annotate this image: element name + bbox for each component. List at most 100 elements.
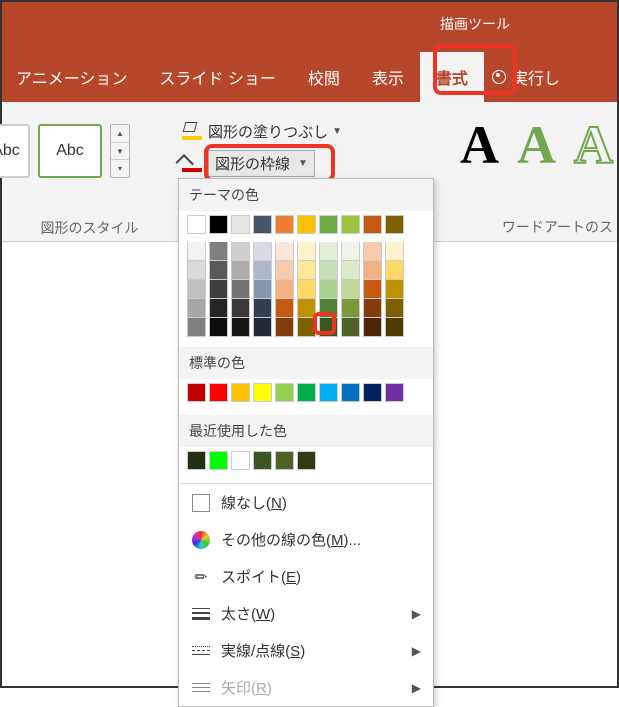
tab-review[interactable]: 校閲	[292, 52, 356, 102]
color-swatch[interactable]	[341, 215, 360, 234]
color-swatch[interactable]	[253, 318, 272, 337]
dashes-item[interactable]: 実線/点線(S) ▶	[179, 632, 433, 669]
no-line-icon	[191, 493, 211, 513]
color-swatch[interactable]	[385, 280, 404, 299]
color-swatch[interactable]	[297, 299, 316, 318]
color-swatch[interactable]	[187, 242, 206, 261]
color-swatch[interactable]	[319, 318, 338, 337]
color-swatch[interactable]	[341, 280, 360, 299]
color-swatch[interactable]	[253, 215, 272, 234]
color-swatch[interactable]	[275, 261, 294, 280]
shape-outline-menu[interactable]: 図形の枠線 ▼	[182, 148, 315, 178]
color-swatch[interactable]	[363, 383, 382, 402]
color-swatch[interactable]	[253, 261, 272, 280]
color-swatch[interactable]	[319, 383, 338, 402]
color-swatch[interactable]	[253, 383, 272, 402]
color-swatch[interactable]	[275, 215, 294, 234]
color-swatch[interactable]	[275, 318, 294, 337]
more-outline-colors-item[interactable]: その他の線の色(M)...	[179, 521, 433, 558]
color-swatch[interactable]	[231, 280, 250, 299]
color-swatch[interactable]	[209, 261, 228, 280]
color-swatch[interactable]	[187, 451, 206, 470]
weight-icon	[191, 604, 211, 624]
color-swatch[interactable]	[297, 215, 316, 234]
color-swatch[interactable]	[187, 280, 206, 299]
wordart-thumb[interactable]: A	[517, 118, 556, 172]
color-swatch[interactable]	[253, 299, 272, 318]
color-swatch[interactable]	[275, 280, 294, 299]
color-swatch[interactable]	[319, 215, 338, 234]
contextual-tab-label: 描画ツール	[422, 6, 528, 42]
color-swatch[interactable]	[275, 299, 294, 318]
color-swatch[interactable]	[385, 261, 404, 280]
color-swatch[interactable]	[363, 215, 382, 234]
bulb-icon	[492, 70, 506, 84]
color-swatch[interactable]	[187, 318, 206, 337]
color-swatch[interactable]	[231, 451, 250, 470]
color-swatch[interactable]	[341, 383, 360, 402]
color-swatch[interactable]	[363, 242, 382, 261]
color-swatch[interactable]	[209, 215, 228, 234]
color-swatch[interactable]	[385, 242, 404, 261]
color-swatch[interactable]	[363, 280, 382, 299]
color-swatch[interactable]	[231, 242, 250, 261]
color-swatch[interactable]	[209, 318, 228, 337]
tab-slideshow[interactable]: スライド ショー	[143, 52, 291, 102]
color-swatch[interactable]	[209, 280, 228, 299]
color-swatch[interactable]	[385, 318, 404, 337]
color-swatch[interactable]	[341, 261, 360, 280]
color-swatch[interactable]	[209, 242, 228, 261]
color-swatch[interactable]	[297, 261, 316, 280]
color-swatch[interactable]	[253, 451, 272, 470]
color-swatch[interactable]	[187, 383, 206, 402]
shape-fill-menu[interactable]: 図形の塗りつぶし ▼	[182, 116, 342, 146]
shape-style-thumb[interactable]: Abc	[0, 124, 30, 178]
color-swatch[interactable]	[187, 261, 206, 280]
color-swatch[interactable]	[187, 215, 206, 234]
color-swatch[interactable]	[297, 383, 316, 402]
no-outline-item[interactable]: 線なし(N)	[179, 483, 433, 521]
color-swatch[interactable]	[209, 451, 228, 470]
color-swatch[interactable]	[253, 242, 272, 261]
wordart-thumb[interactable]: A	[574, 118, 613, 172]
wordart-thumb[interactable]: A	[460, 118, 499, 172]
wordart-styles-group: A A A	[460, 118, 617, 172]
color-swatch[interactable]	[231, 299, 250, 318]
color-swatch[interactable]	[341, 242, 360, 261]
color-swatch[interactable]	[275, 451, 294, 470]
tab-format[interactable]: 書式	[420, 52, 484, 102]
color-swatch[interactable]	[319, 242, 338, 261]
weight-item[interactable]: 太さ(W) ▶	[179, 595, 433, 632]
tab-animation[interactable]: アニメーション	[0, 52, 143, 102]
color-swatch[interactable]	[275, 242, 294, 261]
color-swatch[interactable]	[275, 383, 294, 402]
color-swatch[interactable]	[297, 242, 316, 261]
color-swatch[interactable]	[297, 280, 316, 299]
color-swatch[interactable]	[319, 299, 338, 318]
color-swatch[interactable]	[385, 299, 404, 318]
color-swatch[interactable]	[187, 299, 206, 318]
color-swatch[interactable]	[209, 299, 228, 318]
color-swatch[interactable]	[209, 383, 228, 402]
shape-style-thumb[interactable]: Abc	[38, 124, 102, 178]
color-swatch[interactable]	[341, 299, 360, 318]
color-swatch[interactable]	[319, 261, 338, 280]
tab-view[interactable]: 表示	[356, 52, 420, 102]
color-swatch[interactable]	[341, 318, 360, 337]
color-swatch[interactable]	[363, 299, 382, 318]
color-swatch[interactable]	[385, 215, 404, 234]
eyedropper-item[interactable]: ✎ スポイト(E)	[179, 558, 433, 595]
color-swatch[interactable]	[253, 280, 272, 299]
color-swatch[interactable]	[297, 451, 316, 470]
color-swatch[interactable]	[385, 383, 404, 402]
color-swatch[interactable]	[231, 383, 250, 402]
color-swatch[interactable]	[363, 318, 382, 337]
tab-tellme[interactable]: 実行し	[484, 52, 576, 102]
color-swatch[interactable]	[231, 215, 250, 234]
color-swatch[interactable]	[319, 280, 338, 299]
color-swatch[interactable]	[231, 318, 250, 337]
color-swatch[interactable]	[231, 261, 250, 280]
color-swatch[interactable]	[363, 261, 382, 280]
color-swatch[interactable]	[297, 318, 316, 337]
gallery-more-button[interactable]: ▲▼▾	[110, 124, 130, 178]
